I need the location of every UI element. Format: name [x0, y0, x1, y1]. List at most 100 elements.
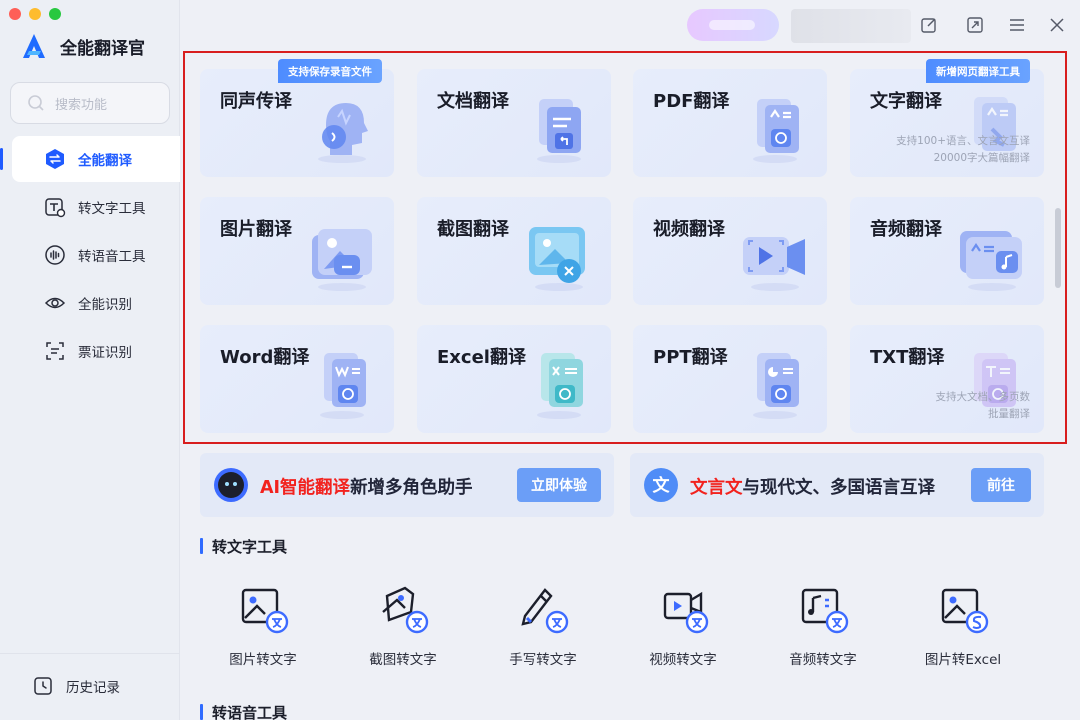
- history-icon: [34, 677, 52, 695]
- card-description: 支持100+语言、文言文互译 20000字大篇幅翻译: [896, 133, 1030, 167]
- text-tool-icon: [45, 198, 66, 218]
- divider: [0, 653, 180, 654]
- search-input[interactable]: 搜索功能: [10, 82, 170, 124]
- sidebar: 全能翻译官 搜索功能 全能翻译 转文字工具 转语音工具 全能识别 票证识别 历史…: [0, 0, 180, 720]
- app-brand: 全能翻译官: [20, 32, 145, 60]
- ticket-scan-icon: [46, 342, 64, 360]
- tool-label: 手写转文字: [509, 652, 577, 668]
- word-icon: [320, 353, 366, 419]
- document-icon: [537, 99, 581, 163]
- card-badge: 支持保存录音文件: [278, 59, 382, 83]
- pdf-icon: [753, 99, 799, 163]
- voice-tool-icon: [45, 245, 65, 265]
- sidebar-item-history[interactable]: 历史记录: [12, 668, 120, 704]
- close-icon[interactable]: [1047, 15, 1067, 35]
- user-account-area[interactable]: [791, 9, 911, 43]
- sidebar-item-label: 全能翻译: [78, 153, 132, 169]
- handwriting-to-text-icon: [521, 588, 569, 634]
- mini-mode-icon[interactable]: [965, 15, 985, 35]
- maximize-window-button[interactable]: [49, 8, 61, 20]
- tool-label: 图片转文字: [229, 652, 297, 668]
- card-screenshot-translation[interactable]: 截图翻译: [417, 197, 611, 305]
- image-to-text-icon: [241, 588, 289, 634]
- sidebar-item-label: 票证识别: [78, 345, 132, 361]
- sidebar-item-label: 转语音工具: [78, 249, 146, 265]
- tool-audio-to-text[interactable]: 音频转文字: [753, 582, 893, 668]
- promo-ai-translation[interactable]: AI智能翻译新增多角色助手 立即体验: [200, 453, 614, 517]
- tool-image-to-excel[interactable]: 图片转Excel: [893, 582, 1033, 668]
- promo-rest: 与现代文、多国语言互译: [742, 478, 936, 498]
- top-bar: [181, 0, 1080, 50]
- card-title: TXT翻译: [870, 347, 945, 368]
- sidebar-item-text-tools[interactable]: 转文字工具: [12, 184, 180, 230]
- promo-highlight: 文言文: [690, 478, 743, 498]
- tool-handwriting-to-text[interactable]: 手写转文字: [473, 582, 613, 668]
- ppt-icon: [753, 353, 799, 419]
- screenshot-to-text-icon: [382, 586, 429, 634]
- feedback-edit-icon[interactable]: [919, 15, 939, 35]
- sidebar-item-voice-tools[interactable]: 转语音工具: [12, 232, 180, 278]
- card-simultaneous-interpretation[interactable]: 同声传译 支持保存录音文件: [200, 59, 394, 177]
- search-placeholder: 搜索功能: [55, 97, 108, 113]
- card-desc-line: 支持大文档、多页数: [935, 391, 1031, 403]
- card-title: 文字翻译: [870, 91, 942, 112]
- eye-scan-icon: [44, 297, 66, 309]
- sidebar-item-recognition[interactable]: 全能识别: [12, 280, 180, 326]
- card-txt-translation[interactable]: TXT翻译 支持大文档、多页数批量翻译: [850, 325, 1044, 433]
- robot-icon: [214, 468, 248, 502]
- card-badge: 新增网页翻译工具: [926, 59, 1030, 83]
- sidebar-item-ticket[interactable]: 票证识别: [12, 328, 180, 374]
- tool-video-to-text[interactable]: 视频转文字: [613, 582, 753, 668]
- card-title: 文档翻译: [437, 91, 509, 112]
- card-text-translation[interactable]: 文字翻译 支持100+语言、文言文互译 20000字大篇幅翻译 新增网页翻译工具: [850, 59, 1044, 177]
- card-desc-line: 批量翻译: [988, 408, 1030, 420]
- card-desc-line: 支持100+语言、文言文互译: [896, 135, 1030, 147]
- card-ppt-translation[interactable]: PPT翻译: [633, 325, 827, 433]
- go-button[interactable]: 前往: [971, 468, 1031, 502]
- card-document-translation[interactable]: 文档翻译: [417, 69, 611, 177]
- card-title: 图片翻译: [220, 219, 292, 240]
- sidebar-item-label: 全能识别: [78, 297, 132, 313]
- tool-screenshot-to-text[interactable]: 截图转文字: [333, 582, 473, 668]
- promo-highlight: AI智能翻译: [260, 478, 351, 498]
- audio-icon: [960, 231, 1022, 291]
- app-logo-icon: [23, 34, 45, 58]
- menu-icon[interactable]: [1007, 15, 1027, 35]
- vip-pill-button[interactable]: [687, 9, 779, 41]
- card-title: PPT翻译: [653, 347, 728, 368]
- card-title: Excel翻译: [437, 347, 526, 368]
- tool-label: 图片转Excel: [924, 652, 1002, 668]
- card-description: 支持大文档、多页数批量翻译: [936, 389, 1031, 423]
- try-now-button[interactable]: 立即体验: [517, 468, 601, 502]
- promo-text: 文言文与现代文、多国语言互译: [690, 474, 935, 499]
- tool-label: 视频转文字: [649, 652, 717, 668]
- sidebar-item-translate[interactable]: 全能翻译: [0, 136, 180, 182]
- card-pdf-translation[interactable]: PDF翻译: [633, 69, 827, 177]
- card-title: PDF翻译: [653, 91, 730, 112]
- tool-image-to-text[interactable]: 图片转文字: [193, 582, 333, 668]
- sidebar-nav: 全能翻译 转文字工具 转语音工具 全能识别 票证识别: [0, 136, 180, 376]
- card-image-translation[interactable]: 图片翻译: [200, 197, 394, 305]
- scrollbar[interactable]: [1055, 208, 1061, 288]
- promo-classical-chinese[interactable]: 文 文言文与现代文、多国语言互译 前往: [630, 453, 1044, 517]
- image-icon: [312, 229, 372, 291]
- card-video-translation[interactable]: 视频翻译: [633, 197, 827, 305]
- section-title-voice-tools: 转语音工具: [200, 702, 287, 720]
- card-excel-translation[interactable]: Excel翻译: [417, 325, 611, 433]
- image-to-excel-icon: [941, 588, 989, 634]
- card-audio-translation[interactable]: 音频翻译: [850, 197, 1044, 305]
- main-content: 同声传译 支持保存录音文件 文档翻译 PDF翻译 文字翻译 支持100+语言、文…: [181, 50, 1080, 720]
- tool-label: 截图转文字: [369, 652, 437, 668]
- video-to-text-icon: [663, 591, 709, 634]
- close-window-button[interactable]: [9, 8, 21, 20]
- promo-text: AI智能翻译新增多角色助手: [260, 474, 473, 499]
- video-icon: [743, 237, 805, 291]
- card-title: Word翻译: [220, 347, 310, 368]
- tool-label: 音频转文字: [789, 652, 857, 668]
- excel-icon: [537, 353, 583, 419]
- search-icon: [28, 95, 44, 111]
- wen-character-icon: 文: [644, 468, 678, 502]
- card-word-translation[interactable]: Word翻译: [200, 325, 394, 433]
- minimize-window-button[interactable]: [29, 8, 41, 20]
- card-title: 截图翻译: [437, 219, 509, 240]
